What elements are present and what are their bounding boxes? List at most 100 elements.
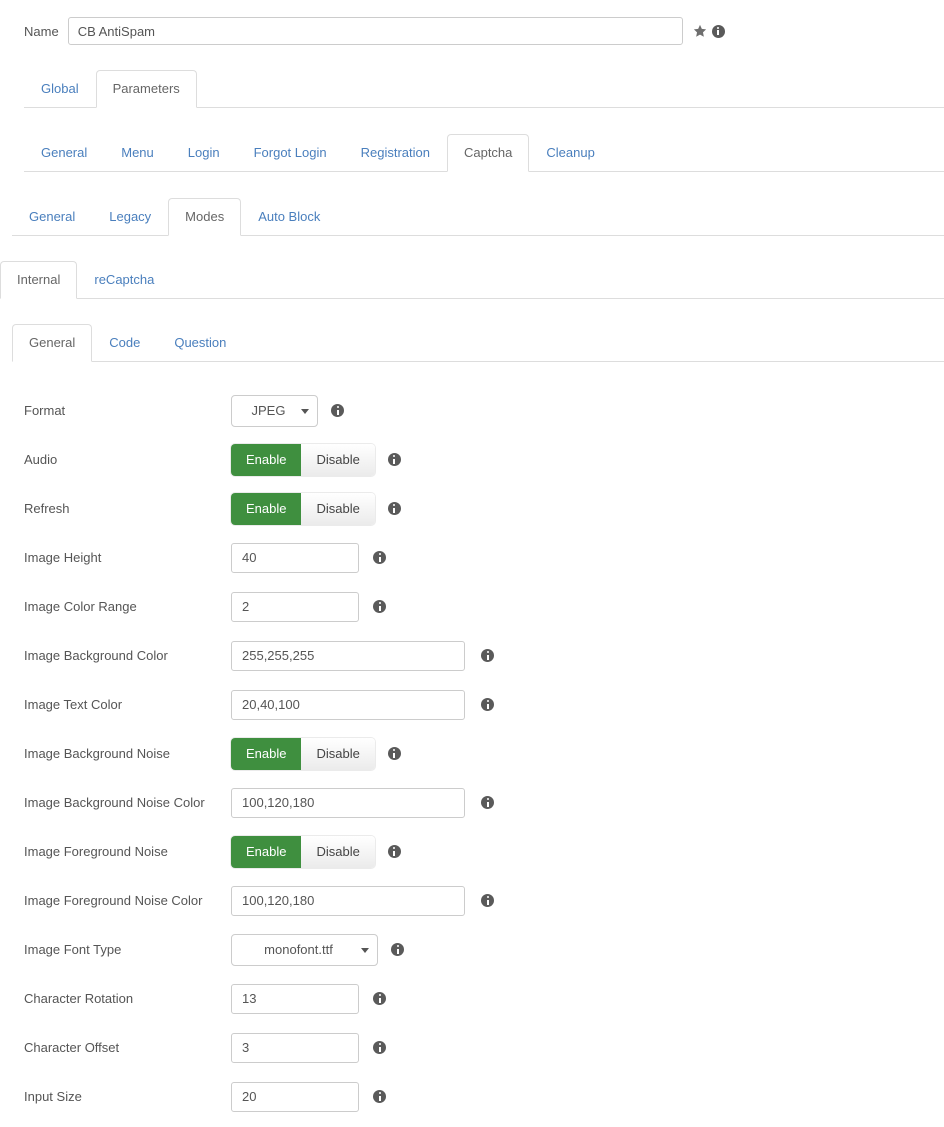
input-image-background-noise-color[interactable] [231,787,465,818]
label-image-foreground-noise: Image Foreground Noise [24,844,168,859]
control-image-text-color [231,689,494,720]
input-character-rotation[interactable] [231,983,359,1014]
toggle-disable-audio[interactable]: Disable [301,443,375,476]
toggle-enable-audio[interactable]: Enable [231,443,302,476]
tab-cleanup[interactable]: Cleanup [529,134,611,172]
input-image-height[interactable] [231,542,359,573]
control-image-height [231,542,386,573]
tab-code[interactable]: Code [92,324,157,362]
tab-recaptcha[interactable]: reCaptcha [77,261,171,299]
label-character-offset: Character Offset [24,1040,120,1055]
tab-internal[interactable]: Internal [0,261,78,299]
info-icon-image-background-noise[interactable] [387,747,401,760]
toggle-disable-refresh[interactable]: Disable [301,492,375,525]
tab-question[interactable]: Question [157,324,243,362]
toggle-enable-image-foreground-noise[interactable]: Enable [231,835,302,868]
info-icon-image-height[interactable] [373,551,386,564]
chevron-down-icon [361,947,369,953]
toggle-disable-image-foreground-noise[interactable]: Disable [301,835,375,868]
tabstrip-level-1: Global Parameters [24,68,944,108]
input-image-color-range[interactable] [231,591,359,622]
info-icon-image-background-noise-color[interactable] [481,796,494,809]
form-row-image-color-range: Image Color Range [0,582,944,631]
form-row-refresh: Refresh Enable Disable [0,484,944,533]
control-refresh: Enable Disable [231,492,401,525]
form-row-image-height: Image Height [0,533,944,582]
input-input-size[interactable] [231,1081,359,1112]
form-row-image-foreground-noise-color: Image Foreground Noise Color [0,876,944,925]
info-icon-refresh[interactable] [387,502,401,515]
input-character-offset[interactable] [231,1032,359,1063]
label-refresh: Refresh [24,501,70,516]
name-label: Name [24,23,59,39]
form-row-image-text-color: Image Text Color [0,680,944,729]
info-icon-format[interactable] [331,404,344,417]
info-icon-image-background-color[interactable] [481,649,494,662]
form-row-input-size: Input Size [0,1072,944,1121]
tabstrip-level-5: General Code Question [12,322,944,362]
control-character-rotation [231,983,386,1014]
toggle-disable-image-background-noise[interactable]: Disable [301,737,375,770]
control-format: JPEG [231,394,344,427]
input-image-background-color[interactable] [231,640,465,671]
tab-captcha[interactable]: Captcha [446,134,530,172]
label-image-foreground-noise-color: Image Foreground Noise Color [24,893,203,908]
form-row-character-offset: Character Offset [0,1023,944,1072]
label-input-size: Input Size [24,1089,82,1104]
name-input[interactable] [67,17,683,45]
control-audio: Enable Disable [231,443,401,476]
tab-menu[interactable]: Menu [104,134,171,172]
toggle-refresh: Enable Disable [231,492,375,525]
tab-login[interactable]: Login [171,134,237,172]
info-icon-input-size[interactable] [373,1090,386,1103]
control-image-color-range [231,591,386,622]
toggle-enable-refresh[interactable]: Enable [231,492,302,525]
input-image-foreground-noise-color[interactable] [231,885,465,916]
form-row-audio: Audio Enable Disable [0,435,944,484]
tab-modes[interactable]: Modes [168,198,242,236]
info-icon-character-rotation[interactable] [373,992,386,1005]
toggle-enable-image-background-noise[interactable]: Enable [231,737,302,770]
form-row-image-background-color: Image Background Color [0,631,944,680]
label-image-text-color: Image Text Color [24,697,123,712]
tab-global[interactable]: Global [24,70,96,108]
tab-registration[interactable]: Registration [344,134,447,172]
info-icon-audio[interactable] [387,453,401,466]
label-character-rotation: Character Rotation [24,991,134,1006]
select-value-image-font-type: monofont.ttf [264,942,333,957]
tab-forgot-login[interactable]: Forgot Login [237,134,344,172]
info-icon-image-color-range[interactable] [373,600,386,613]
control-image-font-type: monofont.ttf [231,933,404,966]
info-icon-image-font-type[interactable] [391,943,404,956]
tabstrip-level-3: General Legacy Modes Auto Block [12,196,944,236]
select-format[interactable]: JPEG [231,394,318,427]
form-row-image-background-noise-color: Image Background Noise Color [0,778,944,827]
info-icon-image-text-color[interactable] [481,698,494,711]
form-row-character-rotation: Character Rotation [0,974,944,1023]
tab-auto-block[interactable]: Auto Block [241,198,337,236]
form-row-image-background-noise: Image Background Noise Enable Disable [0,729,944,778]
form-row-image-foreground-noise: Image Foreground Noise Enable Disable [0,827,944,876]
tab-general[interactable]: General [12,198,92,236]
tab-legacy[interactable]: Legacy [92,198,168,236]
input-image-text-color[interactable] [231,689,465,720]
form-row-format: Format JPEG [0,386,944,435]
info-icon-character-offset[interactable] [373,1041,386,1054]
select-image-font-type[interactable]: monofont.ttf [231,933,378,966]
tab-general[interactable]: General [24,134,104,172]
control-input-size [231,1081,386,1112]
toggle-audio: Enable Disable [231,443,375,476]
star-icon[interactable] [693,24,707,38]
info-icon[interactable] [711,24,725,38]
control-image-background-noise-color [231,787,494,818]
label-image-color-range: Image Color Range [24,599,137,614]
label-image-height: Image Height [24,550,102,565]
info-icon-image-foreground-noise-color[interactable] [481,894,494,907]
info-icon-image-foreground-noise[interactable] [387,845,401,858]
tab-general[interactable]: General [12,324,93,362]
label-audio: Audio [24,452,58,467]
tab-parameters[interactable]: Parameters [95,70,197,108]
name-row-icons [693,24,725,38]
label-image-background-noise-color: Image Background Noise Color [24,795,205,810]
select-value-format: JPEG [251,403,286,418]
